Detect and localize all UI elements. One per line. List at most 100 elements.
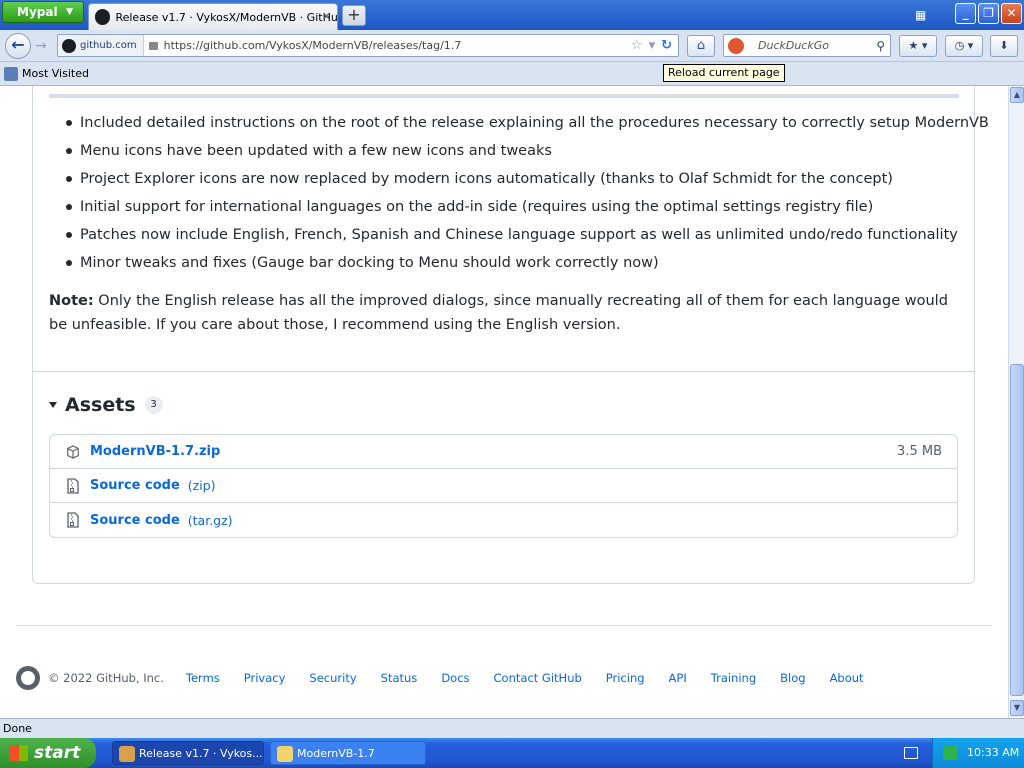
scroll-up-arrow[interactable]: ▲ (1010, 87, 1024, 103)
browser-app-icon (119, 746, 135, 762)
site-footer: © 2022 GitHub, Inc. Terms Privacy Security… (16, 666, 991, 690)
bookmark-star-icon[interactable]: ☆ (631, 38, 643, 53)
address-bar[interactable]: github.com https://github.com/VykosX/Mod… (57, 34, 679, 57)
footer-divider (16, 625, 991, 626)
footer-link[interactable]: API (669, 671, 687, 685)
browser-tab-active[interactable]: Release v1.7 · VykosX/ModernVB · GitHub … (88, 3, 338, 30)
lock-icon (148, 41, 158, 50)
asset-link[interactable]: ModernVB-1.7.zip (90, 444, 220, 459)
home-button[interactable]: ⌂ (687, 35, 715, 57)
forward-button[interactable]: → (35, 38, 47, 54)
folder-icon (277, 746, 293, 762)
release-note-text: Patches now include English, French, Spa… (80, 227, 958, 243)
keyboard-icon[interactable] (904, 747, 918, 759)
github-favicon-icon (95, 9, 111, 25)
taskbar-item-label: Release v1.7 · Vykos... (139, 747, 263, 760)
asset-size: 3.5 MB (897, 444, 942, 459)
windows-taskbar: start Release v1.7 · Vykos... ModernVB-1… (0, 738, 1024, 768)
page-viewport: Included detailed instructions on the ro… (0, 86, 1008, 718)
release-note-text: Menu icons have been updated with a few … (80, 143, 552, 159)
footer-link[interactable]: Privacy (244, 671, 286, 685)
status-bar: Done (0, 718, 1024, 738)
bookmarks-menu-button[interactable]: ★ ▾ (899, 35, 937, 57)
system-tray: 10:33 AM (932, 738, 1024, 768)
scroll-down-arrow[interactable]: ▼ (1010, 700, 1024, 716)
chevron-down-icon: ▼ (66, 7, 73, 17)
release-note-text: Project Explorer icons are now replaced … (80, 171, 893, 187)
footer-link[interactable]: About (830, 671, 864, 685)
search-bar[interactable]: DuckDuckGo ⚲ (723, 34, 891, 57)
taskbar-item-label: ModernVB-1.7 (297, 747, 375, 760)
scrollbar-thumb[interactable] (1010, 364, 1024, 696)
url-text[interactable]: https://github.com/VykosX/ModernVB/relea… (164, 39, 631, 52)
vertical-scrollbar[interactable]: ▲ ▼ (1008, 86, 1024, 718)
asset-extension[interactable]: (tar.gz) (188, 513, 233, 528)
bookmark-most-visited[interactable]: Most Visited (22, 67, 89, 80)
note-text: Only the English release has all the imp… (49, 293, 948, 333)
taskbar-item-folder[interactable]: ModernVB-1.7 (270, 741, 426, 765)
app-menu-label: Mypal (17, 5, 58, 19)
footer-link[interactable]: Security (309, 671, 356, 685)
footer-link[interactable]: Terms (186, 671, 220, 685)
start-label: start (34, 743, 81, 763)
github-icon (62, 38, 76, 53)
asset-link[interactable]: Source code (90, 513, 180, 528)
footer-copyright: © 2022 GitHub, Inc. (48, 671, 164, 685)
folder-icon (4, 66, 18, 81)
release-note-text: Included detailed instructions on the ro… (80, 115, 989, 131)
reload-tooltip: Reload current page (663, 64, 785, 82)
downloads-button[interactable]: ⬇ (990, 35, 1018, 57)
duckduckgo-icon[interactable] (728, 37, 744, 54)
history-button[interactable]: ◷ ▾ (945, 35, 983, 57)
new-tab-button[interactable]: + (342, 5, 366, 26)
footer-link[interactable]: Blog (780, 671, 805, 685)
taskbar-item-browser[interactable]: Release v1.7 · Vykos... (112, 741, 264, 765)
maximize-button[interactable]: ❐ (978, 3, 999, 24)
triangle-down-icon (49, 402, 57, 408)
bullet-icon (66, 260, 72, 266)
site-identity-button[interactable]: github.com (58, 35, 144, 56)
release-note-item: Project Explorer icons are now replaced … (49, 165, 959, 193)
assets-count-badge: 3 (144, 396, 163, 414)
note-paragraph: Note: Only the English release has all t… (49, 289, 959, 337)
footer-link[interactable]: Docs (441, 671, 469, 685)
release-note-item: Included detailed instructions on the ro… (49, 109, 989, 137)
release-note-item: Patches now include English, French, Spa… (49, 221, 959, 249)
bullet-icon (66, 148, 72, 154)
footer-link[interactable]: Status (381, 671, 418, 685)
divider (33, 371, 974, 372)
footer-link[interactable]: Pricing (606, 671, 645, 685)
navigation-toolbar: ← → github.com https://github.com/VykosX… (0, 30, 1024, 62)
reload-icon[interactable]: ↻ (661, 38, 672, 53)
back-button[interactable]: ← (5, 33, 31, 59)
asset-row[interactable]: ModernVB-1.7.zip 3.5 MB (50, 435, 957, 469)
close-tab-icon[interactable]: ✕ (322, 10, 331, 23)
clock[interactable]: 10:33 AM (967, 738, 1019, 768)
bullet-icon (66, 176, 72, 182)
search-icon[interactable]: ⚲ (876, 39, 885, 53)
release-note-text: Minor tweaks and fixes (Gauge bar dockin… (80, 255, 659, 271)
minimize-button[interactable]: _ (955, 3, 976, 24)
tab-title: Release v1.7 · VykosX/ModernVB · GitHub (115, 10, 337, 24)
release-note-item: Minor tweaks and fixes (Gauge bar dockin… (49, 249, 959, 277)
bullet-icon (66, 120, 72, 126)
file-zip-icon (66, 512, 80, 528)
tab-groups-icon[interactable]: ▦ (915, 8, 926, 22)
footer-link[interactable]: Training (711, 671, 756, 685)
close-window-button[interactable]: ✕ (1001, 3, 1022, 24)
divider (49, 94, 959, 98)
assets-toggle[interactable]: Assets 3 (49, 394, 163, 416)
footer-link[interactable]: Contact GitHub (494, 671, 582, 685)
app-menu-button[interactable]: Mypal ▼ (2, 1, 84, 23)
start-button[interactable]: start (0, 738, 96, 768)
history-dropdown-icon[interactable]: ▾ (649, 38, 656, 53)
asset-link[interactable]: Source code (90, 478, 180, 493)
title-tab-bar: Mypal ▼ Release v1.7 · VykosX/ModernVB ·… (0, 0, 1024, 30)
asset-row[interactable]: Source code (tar.gz) (50, 503, 957, 537)
network-icon[interactable] (943, 746, 957, 760)
github-logo-icon[interactable] (16, 666, 40, 690)
asset-row[interactable]: Source code (zip) (50, 469, 957, 503)
bookmarks-toolbar: Most Visited (0, 62, 1024, 86)
asset-extension[interactable]: (zip) (188, 478, 216, 493)
search-input[interactable]: DuckDuckGo (758, 39, 876, 52)
